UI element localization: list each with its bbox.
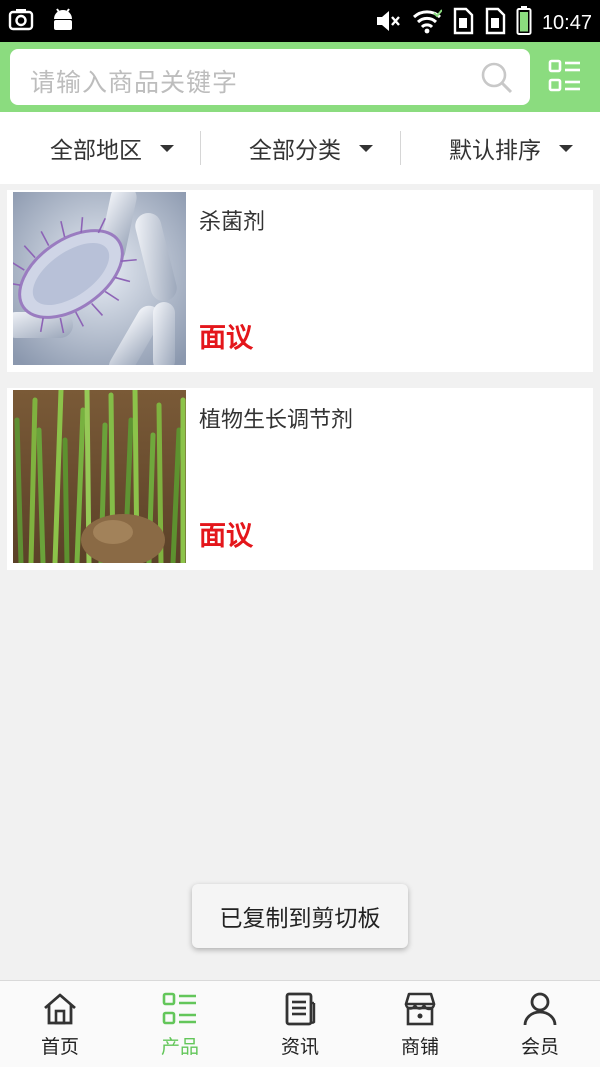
android-icon [50, 7, 76, 37]
filter-label: 全部地区 [50, 138, 142, 164]
mute-icon [374, 7, 402, 39]
screenshot-icon [8, 8, 34, 36]
search-input[interactable]: 请输入商品关键字 [10, 49, 530, 105]
filter-label: 默认排序 [449, 138, 541, 164]
nav-label: 首页 [40, 1036, 79, 1058]
nav-label: 会员 [520, 1036, 559, 1058]
nav-label: 产品 [160, 1036, 199, 1058]
home-icon [44, 993, 76, 1025]
filter-bar: 全部地区 全部分类 默认排序 [0, 112, 600, 184]
seedlings-image [13, 390, 186, 563]
product-list-item[interactable]: 植物生长调节剂 面议 [7, 388, 593, 570]
nav-item-news[interactable]: 资讯 [240, 981, 360, 1067]
nav-item-products[interactable]: 产品 [120, 981, 240, 1067]
wifi-icon [412, 7, 443, 39]
filter-label: 全部分类 [249, 138, 341, 164]
battery-icon [516, 6, 532, 40]
product-image[interactable] [13, 192, 186, 365]
list-icon [162, 992, 196, 1025]
product-price: 面议 [199, 323, 253, 354]
bottom-nav: 首页 产品 资讯 商铺 会员 [0, 980, 600, 1067]
product-price: 面议 [199, 521, 253, 552]
filter-region-dropdown[interactable]: 全部地区 [50, 112, 174, 184]
shop-icon [404, 992, 436, 1026]
nav-label: 资讯 [280, 1036, 319, 1058]
nav-item-member[interactable]: 会员 [480, 981, 600, 1067]
category-menu-icon[interactable] [548, 59, 582, 97]
toast-message: 已复制到剪切板 [192, 884, 408, 948]
news-icon [285, 992, 316, 1026]
sim-card-icon [452, 7, 474, 39]
product-name: 杀菌剂 [199, 210, 266, 235]
status-bar: 10:47 [0, 0, 600, 42]
dropdown-arrow-icon [359, 144, 373, 152]
product-image[interactable] [13, 390, 186, 563]
sim-card-icon [484, 7, 506, 39]
search-icon[interactable] [480, 61, 514, 99]
nav-item-shop[interactable]: 商铺 [360, 981, 480, 1067]
filter-sort-dropdown[interactable]: 默认排序 [449, 112, 573, 184]
nav-label: 商铺 [400, 1036, 439, 1058]
filter-category-dropdown[interactable]: 全部分类 [249, 112, 373, 184]
clock-time: 10:47 [541, 11, 592, 34]
divider [200, 131, 201, 165]
bacteria-image [13, 192, 186, 365]
dropdown-arrow-icon [160, 144, 174, 152]
nav-item-home[interactable]: 首页 [0, 981, 120, 1067]
divider [400, 131, 401, 165]
product-name: 植物生长调节剂 [199, 408, 354, 433]
search-placeholder: 请输入商品关键字 [30, 68, 239, 97]
toast-text: 已复制到剪切板 [219, 906, 381, 932]
dropdown-arrow-icon [559, 144, 573, 152]
header-bar: 请输入商品关键字 [0, 42, 600, 112]
product-list-item[interactable]: 杀菌剂 面议 [7, 190, 593, 372]
user-icon [523, 992, 557, 1026]
